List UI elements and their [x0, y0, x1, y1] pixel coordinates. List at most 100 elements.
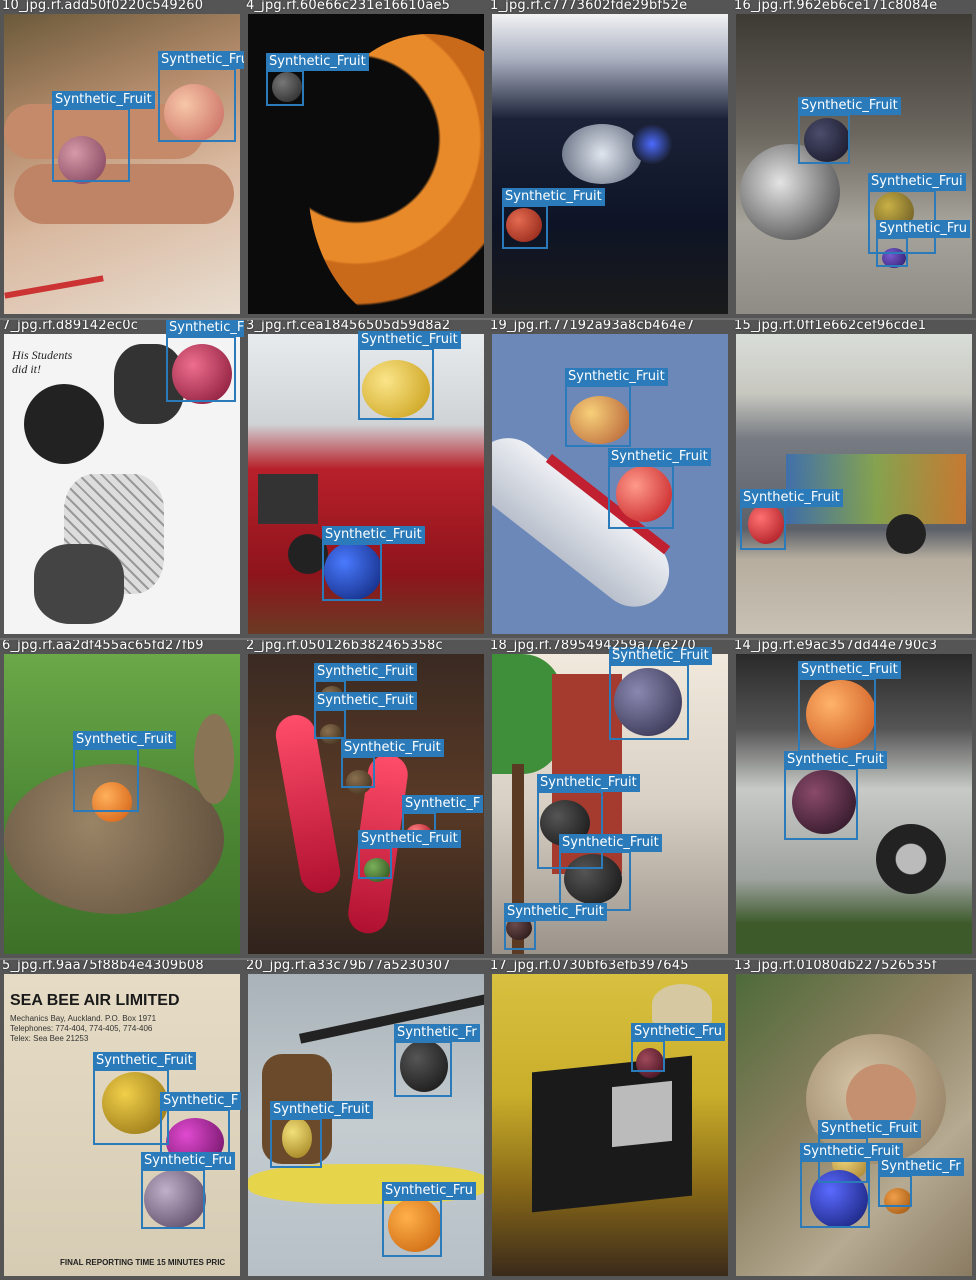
tile-14[interactable]: Synthetic_Fr Synthetic_Fruit Synthetic_F…: [244, 960, 488, 1280]
tile-8[interactable]: Synthetic_Fruit 15_jpg.rf.0ff1e662cef96c…: [732, 320, 976, 638]
bbox[interactable]: Synthetic_Fruit: [559, 834, 662, 911]
bbox-label: Synthetic_Fruit: [314, 692, 417, 710]
bbox-label: Synthetic_Fru: [141, 1152, 235, 1170]
tile-filename: 10_jpg.rf.add50f0220c549260: [2, 0, 204, 13]
bbox[interactable]: Synthetic_Fruit: [266, 53, 369, 106]
tile-filename: 13_jpg.rf.01080db227526535f: [734, 960, 937, 973]
tile-filename: 7_jpg.rf.d89142ec0c: [2, 320, 139, 333]
tile-13[interactable]: SEA BEE AIR LIMITED Mechanics Bay, Auckl…: [0, 960, 244, 1280]
bbox-label: Synthetic_Fruit: [798, 661, 901, 679]
bbox-label: Synthetic_Fruit: [608, 448, 711, 466]
bbox[interactable]: Synthetic_Fruit: [314, 692, 417, 739]
bbox-label: Synthetic_Fr: [394, 1024, 480, 1042]
bbox[interactable]: Synthetic_Fruit: [800, 1143, 903, 1228]
bbox[interactable]: Synthetic_Fr: [878, 1158, 964, 1207]
bbox[interactable]: Synthetic_Fruit: [609, 647, 712, 740]
bbox[interactable]: Synthetic_Fruit: [502, 188, 605, 249]
bbox[interactable]: Synthetic_Fruit: [798, 97, 901, 164]
comic-caption: His Students did it!: [12, 348, 73, 376]
bbox-label: Synthetic_Frui: [868, 173, 966, 191]
bbox[interactable]: Synthetic_Fru: [141, 1152, 235, 1229]
bbox-label: Synthetic_Fruit: [559, 834, 662, 852]
tile-5[interactable]: His Students did it! Synthetic_Fruit 7_j…: [0, 320, 244, 638]
bbox[interactable]: Synthetic_Fruit: [93, 1052, 196, 1145]
bbox-label: Synthetic_Fruit: [740, 489, 843, 507]
ticket-telex: Telex: Sea Bee 21253: [10, 1034, 89, 1043]
tile-filename: 20_jpg.rf.a33c79b77a5230307: [246, 960, 451, 973]
ticket-footer: FINAL REPORTING TIME 15 MINUTES PRIC: [60, 1258, 226, 1267]
tile-7[interactable]: Synthetic_Fruit Synthetic_Fruit 19_jpg.r…: [488, 320, 732, 638]
tile-6[interactable]: Synthetic_Fruit Synthetic_Fruit 3_jpg.rf…: [244, 320, 488, 638]
bbox[interactable]: Synthetic_Fruit: [358, 331, 461, 420]
bbox[interactable]: Synthetic_Fru: [382, 1182, 476, 1257]
bbox-label: Synthetic_Fruit: [504, 903, 607, 921]
bbox[interactable]: Synthetic_Fruit: [358, 830, 461, 879]
bbox[interactable]: Synthetic_Fruit: [166, 320, 244, 402]
tile-filename: 3_jpg.rf.cea18456505d59d8a2: [246, 320, 451, 333]
bbox[interactable]: Synthetic_Fruit: [565, 368, 668, 447]
bbox[interactable]: Synthetic_Fruit: [270, 1101, 373, 1168]
blue-glow: [632, 124, 672, 164]
tile-photo-microphone: [736, 14, 972, 314]
bbox[interactable]: Synthetic_Fruit: [740, 489, 843, 550]
bbox-label: Synthetic_Fruit: [818, 1120, 921, 1138]
tile-1[interactable]: Synthetic_Fruit Synthetic_Fruit 10_jpg.r…: [0, 0, 244, 318]
tile-10[interactable]: Synthetic_Fruit Synthetic_Fruit Syntheti…: [244, 640, 488, 958]
bbox-label: Synthetic_Fruit: [266, 53, 369, 71]
bbox[interactable]: Synthetic_Fru: [876, 220, 970, 267]
tile-15[interactable]: Synthetic_Fru 17_jpg.rf.0730bf63efb39764…: [488, 960, 732, 1280]
tile-filename: 15_jpg.rf.0ff1e662cef96cde1: [734, 320, 927, 333]
tile-9[interactable]: Synthetic_Fruit 6_jpg.rf.aa2df455ac65fd2…: [0, 640, 244, 958]
bbox-label: Synthetic_Fruit: [158, 51, 244, 69]
bbox[interactable]: Synthetic_Fruit: [504, 903, 607, 950]
van-wheel: [886, 514, 926, 554]
ticket-company: SEA BEE AIR LIMITED: [10, 992, 180, 1009]
bbox-label: Synthetic_Fru: [876, 220, 970, 238]
lamp: [652, 984, 712, 1024]
bbox[interactable]: Synthetic_Fruit: [798, 661, 901, 752]
comic-figure: [24, 384, 104, 464]
bbox-label: Synthetic_Fruit: [322, 526, 425, 544]
bbox-label: Synthetic_Fruit: [341, 739, 444, 757]
tile-filename: 1_jpg.rf.c7773602fde29bf52e: [490, 0, 688, 13]
tile-16[interactable]: Synthetic_Fruit Synthetic_Fruit Syntheti…: [732, 960, 976, 1280]
bbox[interactable]: Synthetic_Fruit: [158, 51, 244, 142]
bbox-label: Synthetic_Fruit: [52, 91, 155, 109]
tile-3[interactable]: Synthetic_Fruit 1_jpg.rf.c7773602fde29bf…: [488, 0, 732, 318]
bbox[interactable]: Synthetic_Fr: [394, 1024, 480, 1097]
bbox-label: Synthetic_Fruit: [798, 97, 901, 115]
tile-filename: 19_jpg.rf.77192a93a8cb464e7: [490, 320, 695, 333]
tile-4[interactable]: Synthetic_Fruit Synthetic_Frui Synthetic…: [732, 0, 976, 318]
bbox-label: Synthetic_Fruit: [565, 368, 668, 386]
tile-photo-computer: [492, 974, 728, 1276]
tile-filename: 6_jpg.rf.aa2df455ac65fd27fb9: [2, 640, 204, 653]
bbox[interactable]: Synthetic_Fruit: [52, 91, 155, 182]
bbox-label: Synthetic_Fruit: [358, 830, 461, 848]
bbox-label: Synthetic_Fruit: [93, 1052, 196, 1070]
bbox[interactable]: Synthetic_Fru: [631, 1023, 725, 1072]
bbox-label: Synthetic_F: [402, 795, 484, 813]
rabbit-ear: [194, 714, 234, 804]
tile-photo-van: [736, 334, 972, 634]
tile-filename: 17_jpg.rf.0730bf63efb397645: [490, 960, 689, 973]
bbox[interactable]: Synthetic_Fruit: [784, 751, 887, 840]
tile-2[interactable]: Synthetic_Fruit 4_jpg.rf.60e66c231e16610…: [244, 0, 488, 318]
car-wheel: [876, 824, 946, 894]
bbox[interactable]: Synthetic_Fruit: [73, 731, 176, 812]
tile-11[interactable]: Synthetic_Fruit Synthetic_Fruit Syntheti…: [488, 640, 732, 958]
bbox-label: Synthetic_Fruit: [784, 751, 887, 769]
bbox-label: Synthetic_Fruit: [270, 1101, 373, 1119]
bbox[interactable]: Synthetic_Fruit: [322, 526, 425, 601]
comic-figure: [34, 544, 124, 624]
bbox[interactable]: Synthetic_Fruit: [341, 739, 444, 788]
plate-stripe: [4, 275, 104, 299]
bbox-label: Synthetic_Fruit: [314, 663, 417, 681]
bbox-label: Synthetic_Fru: [631, 1023, 725, 1041]
tile-12[interactable]: Synthetic_Fruit Synthetic_Fruit 14_jpg.r…: [732, 640, 976, 958]
bbox[interactable]: Synthetic_Fruit: [608, 448, 711, 529]
bbox-label: Synthetic_Fr: [878, 1158, 964, 1176]
bbox-label: Synthetic_Fruit: [73, 731, 176, 749]
ticket-phones: Telephones: 774-404, 774-405, 774-406: [10, 1024, 153, 1033]
tile-filename: 4_jpg.rf.60e66c231e16610ae5: [246, 0, 451, 13]
tile-filename: 16_jpg.rf.962eb6ce171c8084e: [734, 0, 938, 13]
